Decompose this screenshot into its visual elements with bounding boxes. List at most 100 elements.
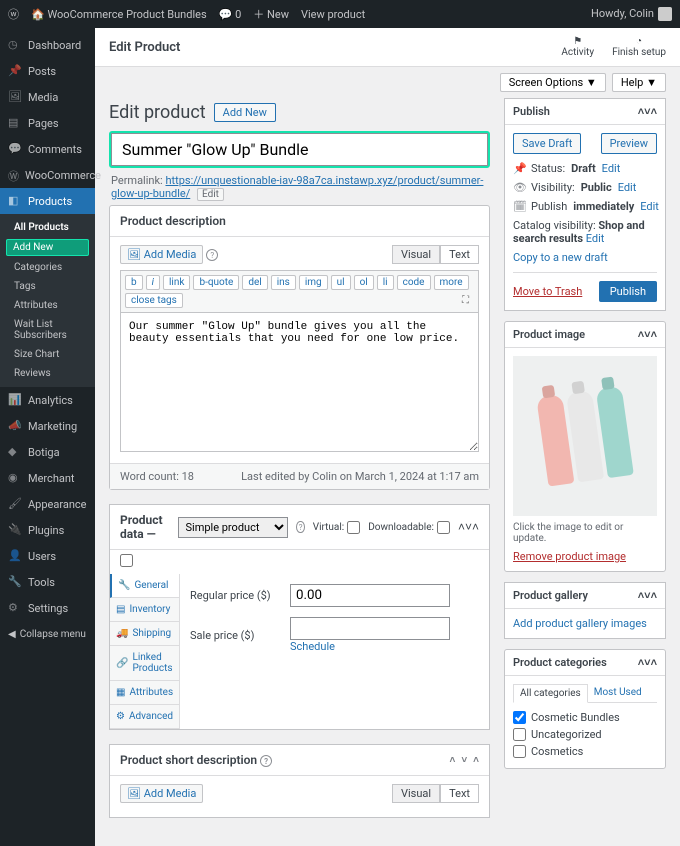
menu-media[interactable]: 🖼Media bbox=[0, 84, 95, 110]
chevron-up-icon[interactable]: ˄ bbox=[473, 755, 479, 766]
sale-price-input[interactable] bbox=[290, 617, 450, 640]
sub-attributes[interactable]: Attributes bbox=[0, 296, 95, 315]
new-content[interactable]: ＋ New bbox=[253, 6, 289, 22]
tb-code[interactable]: code bbox=[397, 275, 431, 290]
chevron-down-icon[interactable]: ˅ bbox=[465, 520, 472, 534]
view-product[interactable]: View product bbox=[301, 8, 365, 21]
pd-tab-shipping[interactable]: 🚚 Shipping bbox=[110, 622, 179, 646]
category-checkbox[interactable] bbox=[513, 711, 526, 724]
remove-image-link[interactable]: Remove product image bbox=[513, 550, 626, 563]
howdy[interactable]: Howdy, Colin bbox=[591, 7, 672, 21]
short-tab-visual[interactable]: Visual bbox=[392, 784, 440, 803]
tb-ol[interactable]: ol bbox=[354, 275, 374, 290]
menu-marketing[interactable]: 📣Marketing bbox=[0, 413, 95, 439]
chevron-down-icon[interactable]: ˅ bbox=[461, 755, 467, 766]
menu-woocommerce[interactable]: ⓌWooCommerce bbox=[0, 162, 95, 188]
sub-add-new[interactable]: Add New bbox=[6, 239, 89, 256]
collapse-menu[interactable]: ◀Collapse menu bbox=[0, 621, 95, 648]
menu-comments[interactable]: 💬Comments bbox=[0, 136, 95, 162]
product-type-select[interactable]: Simple product bbox=[178, 517, 288, 538]
schedule-link[interactable]: Schedule bbox=[290, 640, 335, 653]
permalink-edit[interactable]: Edit bbox=[197, 188, 224, 201]
pd-tab-general[interactable]: 🔧 General bbox=[110, 574, 179, 598]
menu-analytics[interactable]: 📊Analytics bbox=[0, 387, 95, 413]
tab-visual[interactable]: Visual bbox=[392, 245, 440, 264]
move-to-trash[interactable]: Move to Trash bbox=[513, 285, 582, 298]
activity-button[interactable]: ⚑Activity bbox=[561, 36, 594, 58]
tb-del[interactable]: del bbox=[242, 275, 267, 290]
catalog-edit[interactable]: Edit bbox=[586, 232, 605, 245]
tb-i[interactable]: i bbox=[146, 275, 160, 290]
tb-li[interactable]: li bbox=[377, 275, 394, 290]
tb-more[interactable]: more bbox=[434, 275, 469, 290]
tb-ins[interactable]: ins bbox=[271, 275, 296, 290]
copy-draft-link[interactable]: Copy to a new draft bbox=[513, 251, 608, 264]
category-checkbox[interactable] bbox=[513, 728, 526, 741]
cat-tab-all[interactable]: All categories bbox=[513, 684, 588, 703]
chevron-up-icon[interactable]: ˄ bbox=[449, 755, 455, 766]
sub-categories[interactable]: Categories bbox=[0, 258, 95, 277]
menu-merchant[interactable]: ◉Merchant bbox=[0, 465, 95, 491]
site-name[interactable]: 🏠 WooCommerce Product Bundles bbox=[31, 8, 207, 21]
status-edit[interactable]: Edit bbox=[602, 162, 621, 175]
publish-button[interactable]: Publish bbox=[599, 281, 657, 302]
chevron-up-icon[interactable]: ˄ bbox=[472, 520, 479, 534]
menu-botiga[interactable]: ◆Botiga bbox=[0, 439, 95, 465]
save-draft-button[interactable]: Save Draft bbox=[513, 133, 581, 154]
sub-waitlist[interactable]: Wait List Subscribers bbox=[0, 315, 95, 345]
menu-pages[interactable]: ▤Pages bbox=[0, 110, 95, 136]
regular-price-input[interactable] bbox=[290, 584, 450, 607]
menu-posts[interactable]: 📌Posts bbox=[0, 58, 95, 84]
category-item[interactable]: Uncategorized bbox=[513, 726, 657, 743]
category-item[interactable]: Cosmetics bbox=[513, 743, 657, 760]
product-title-input[interactable] bbox=[111, 133, 488, 166]
visibility-edit[interactable]: Edit bbox=[618, 181, 637, 194]
menu-settings[interactable]: ⚙Settings bbox=[0, 595, 95, 621]
menu-users[interactable]: 👤Users bbox=[0, 543, 95, 569]
short-tab-text[interactable]: Text bbox=[440, 784, 479, 803]
help-icon[interactable]: ? bbox=[206, 249, 218, 261]
cat-tab-used[interactable]: Most Used bbox=[588, 684, 648, 702]
tb-bquote[interactable]: b-quote bbox=[193, 275, 239, 290]
tb-b[interactable]: b bbox=[125, 275, 143, 290]
help-button[interactable]: Help ▼ bbox=[612, 73, 666, 92]
tb-ul[interactable]: ul bbox=[331, 275, 351, 290]
add-new-button[interactable]: Add New bbox=[214, 103, 276, 122]
pd-tab-attributes[interactable]: ▦ Attributes bbox=[110, 681, 179, 705]
help-icon[interactable]: ? bbox=[260, 755, 272, 767]
preview-button[interactable]: Preview bbox=[601, 133, 657, 154]
add-gallery-link[interactable]: Add product gallery images bbox=[513, 617, 647, 630]
short-add-media-button[interactable]: 🖼 Add Media bbox=[120, 784, 203, 803]
help-icon[interactable]: ? bbox=[296, 521, 304, 533]
fullscreen-icon[interactable]: ⛶ bbox=[457, 293, 474, 308]
tab-text[interactable]: Text bbox=[440, 245, 479, 264]
finish-setup-button[interactable]: ◔Finish setup bbox=[612, 36, 666, 58]
tb-close[interactable]: close tags bbox=[125, 293, 183, 308]
virtual-checkbox[interactable] bbox=[347, 521, 360, 534]
menu-tools[interactable]: 🔧Tools bbox=[0, 569, 95, 595]
publish-edit[interactable]: Edit bbox=[640, 200, 659, 213]
menu-appearance[interactable]: 🖌Appearance bbox=[0, 491, 95, 517]
add-media-button[interactable]: 🖼 Add Media bbox=[120, 245, 203, 264]
sub-size-chart[interactable]: Size Chart bbox=[0, 345, 95, 364]
menu-plugins[interactable]: 🔌Plugins bbox=[0, 517, 95, 543]
category-item[interactable]: Cosmetic Bundles bbox=[513, 709, 657, 726]
pd-tab-linked[interactable]: 🔗 Linked Products bbox=[110, 646, 179, 681]
pd-tab-inventory[interactable]: ▤ Inventory bbox=[110, 598, 179, 622]
permalink-link[interactable]: https://unquestionable-iav-98a7ca.instaw… bbox=[111, 174, 483, 200]
sub-all-products[interactable]: All Products bbox=[0, 218, 95, 237]
menu-dashboard[interactable]: ◷Dashboard bbox=[0, 32, 95, 58]
pd-tab-advanced[interactable]: ⚙ Advanced bbox=[110, 705, 179, 729]
pd-extra-checkbox[interactable] bbox=[120, 554, 133, 567]
product-image-thumbnail[interactable] bbox=[513, 356, 657, 516]
downloadable-checkbox[interactable] bbox=[437, 521, 450, 534]
tb-img[interactable]: img bbox=[299, 275, 328, 290]
screen-options-button[interactable]: Screen Options ▼ bbox=[500, 73, 606, 92]
chevron-up-icon[interactable]: ˄ bbox=[458, 520, 465, 534]
menu-products[interactable]: ◧Products bbox=[0, 188, 95, 214]
sub-tags[interactable]: Tags bbox=[0, 277, 95, 296]
category-checkbox[interactable] bbox=[513, 745, 526, 758]
sub-reviews[interactable]: Reviews bbox=[0, 364, 95, 383]
tb-link[interactable]: link bbox=[163, 275, 190, 290]
description-textarea[interactable]: Our summer "Glow Up" bundle gives you al… bbox=[120, 312, 479, 452]
